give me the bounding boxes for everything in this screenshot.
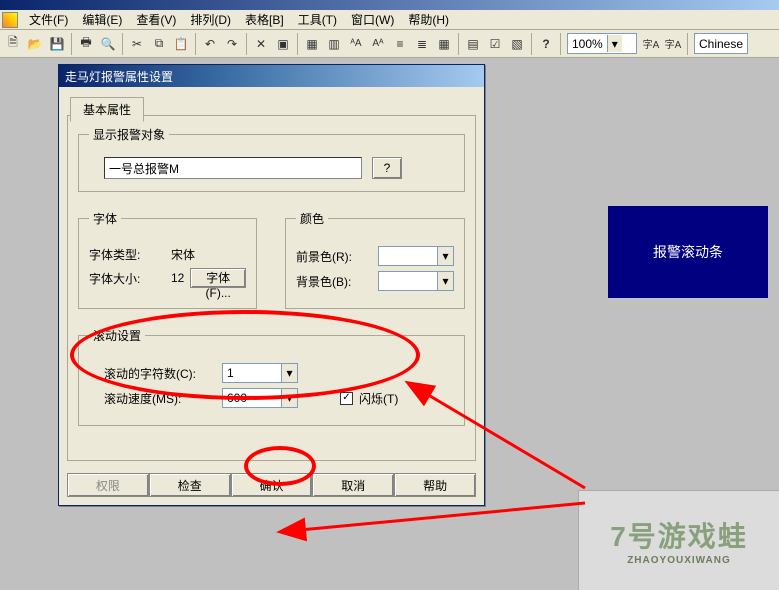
chevron-down-icon: ▾ [281,364,297,382]
justify-icon[interactable]: ≡ [389,33,411,55]
layout-icon[interactable]: ▣ [272,33,294,55]
menu-window[interactable]: 窗口(W) [344,9,401,30]
font-button[interactable]: 字体(F)... [190,268,246,288]
scroll-chars-combo[interactable]: 1 ▾ [222,363,298,383]
language-value: Chinese [699,37,743,51]
permission-button[interactable]: 权限 [67,473,149,497]
font-size-value: 12 [171,271,184,285]
watermark-text: 7号游戏蛙 [610,521,748,552]
dialog-body: 基本属性 显示报警对象 ? 字体 字体类型: 宋体 [67,115,476,461]
tab-basic[interactable]: 基本属性 [70,97,144,122]
cut-icon[interactable]: ✂ [126,33,148,55]
color-icon[interactable]: ▧ [506,33,528,55]
chevron-down-icon: ▾ [607,35,622,52]
blink-label: 闪烁(T) [359,390,435,407]
font-group: 字体 字体类型: 宋体 字体大小: 12 字体(F)... [78,210,257,309]
color-group: 颜色 前景色(R): ▾ 背景色(B): ▾ [285,210,465,309]
font-size-label: 字体大小: [89,270,165,287]
scroll-speed-value: 600 [223,391,281,405]
copy-icon[interactable]: ⧉ [148,33,170,55]
menu-help[interactable]: 帮助(H) [401,9,456,30]
watermark-region: 7号游戏蛙 ZHAOYOUXIWANG [578,490,779,590]
chevron-down-icon: ▾ [281,389,297,407]
cancel-button[interactable]: 取消 [312,473,394,497]
bg-color-label: 背景色(B): [296,273,372,290]
ok-button[interactable]: 确认 [231,473,313,497]
app-icon [2,12,18,28]
menu-table[interactable]: 表格[B] [238,9,291,30]
alarm-object-group: 显示报警对象 ? [78,126,465,192]
text-icon-2[interactable]: Aᴬ [367,33,389,55]
chevron-down-icon: ▾ [437,247,453,265]
menubar: 文件(F) 编辑(E) 查看(V) 排列(D) 表格[B] 工具(T) 窗口(W… [0,10,779,30]
menu-file[interactable]: 文件(F) [22,9,75,30]
font-icon-2[interactable]: 字A [662,33,684,55]
toolbar: 🗎 📂 💾 🖶 🔍 ✂ ⧉ 📋 ↶ ↷ ✕ ▣ ▦ ▥ ᴬA Aᴬ ≡ ≣ ▦ … [0,30,779,58]
list-icon[interactable]: ≣ [411,33,433,55]
menu-tools[interactable]: 工具(T) [291,9,344,30]
alarm-object-input[interactable] [104,157,362,179]
alarm-object-legend: 显示报警对象 [89,126,169,143]
whatsthis-icon[interactable]: ? [535,33,557,55]
help-button[interactable]: 帮助 [394,473,476,497]
text-icon-1[interactable]: ᴬA [345,33,367,55]
check-button[interactable]: 检查 [149,473,231,497]
undo-icon[interactable]: ↶ [199,33,221,55]
check-icon[interactable]: ☑ [484,33,506,55]
save-icon[interactable]: 💾 [46,33,68,55]
new-icon[interactable]: 🗎 [2,33,24,55]
menu-view[interactable]: 查看(V) [129,9,183,30]
menu-arrange[interactable]: 排列(D) [183,9,238,30]
paste-icon[interactable]: 📋 [170,33,192,55]
scroll-chars-value: 1 [223,366,281,380]
color-legend: 颜色 [296,210,328,227]
fg-color-label: 前景色(R): [296,248,372,265]
marquee-alarm-dialog: 走马灯报警属性设置 基本属性 显示报警对象 ? 字体 字体类型: 宋 [58,64,485,506]
zoom-value: 100% [572,37,603,51]
watermark-sub: ZHAOYOUXIWANG [610,555,748,566]
open-icon[interactable]: 📂 [24,33,46,55]
language-combo[interactable]: Chinese [694,33,748,54]
scroll-speed-label: 滚动速度(MS): [104,390,216,407]
font-icon-1[interactable]: 字A [640,33,662,55]
font-legend: 字体 [89,210,121,227]
chevron-down-icon: ▾ [437,272,453,290]
alarm-preview-box[interactable]: 报警滚动条 [608,206,768,298]
scroll-chars-label: 滚动的字符数(C): [104,365,216,382]
align-icon-1[interactable]: ▦ [301,33,323,55]
scroll-settings-group: 滚动设置 滚动的字符数(C): 1 ▾ 滚动速度(MS): 600 ▾ ✓ [78,327,465,426]
print-icon[interactable]: 🖶 [75,33,97,55]
tools-icon[interactable]: ✕ [250,33,272,55]
alarm-help-button[interactable]: ? [372,157,402,179]
alarm-preview-text: 报警滚动条 [653,242,723,262]
dialog-button-row: 权限 检查 确认 取消 帮助 [67,473,476,497]
font-type-label: 字体类型: [89,246,165,263]
bg-color-combo[interactable]: ▾ [378,271,454,291]
scroll-legend: 滚动设置 [89,327,145,344]
blink-checkbox[interactable]: ✓ [340,392,353,405]
font-type-value: 宋体 [171,246,195,263]
fg-color-combo[interactable]: ▾ [378,246,454,266]
watermark-logo: 7号游戏蛙 ZHAOYOUXIWANG [610,515,748,566]
menu-edit[interactable]: 编辑(E) [75,9,129,30]
form-icon[interactable]: ▤ [462,33,484,55]
canvas-area: 走马灯报警属性设置 基本属性 显示报警对象 ? 字体 字体类型: 宋 [0,58,779,590]
redo-icon[interactable]: ↷ [221,33,243,55]
preview-icon[interactable]: 🔍 [97,33,119,55]
dialog-title: 走马灯报警属性设置 [59,65,484,87]
zoom-combo[interactable]: 100% ▾ [567,33,637,54]
scroll-speed-combo[interactable]: 600 ▾ [222,388,298,408]
align-icon-2[interactable]: ▥ [323,33,345,55]
grid-icon[interactable]: ▦ [433,33,455,55]
